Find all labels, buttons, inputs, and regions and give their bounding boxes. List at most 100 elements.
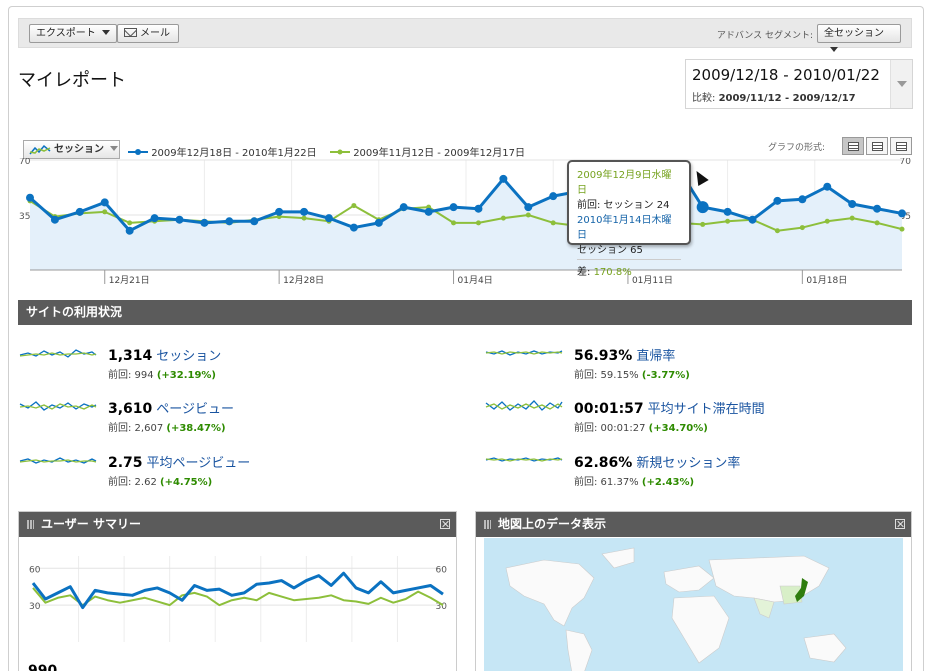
series-current-point	[324, 214, 333, 223]
stat-previous: 前回: 00:01:27 (+34.70%)	[574, 419, 708, 434]
legend-previous-marker	[330, 149, 350, 155]
mail-button[interactable]: メール	[117, 24, 179, 43]
stat-previous: 前回: 2,607 (+38.47%)	[108, 419, 226, 434]
close-icon[interactable]	[895, 519, 905, 529]
stat-change: (+4.75%)	[160, 477, 213, 488]
series-current-point	[848, 200, 857, 208]
stat-prev-value: 前回: 59.15%	[574, 370, 639, 381]
sparkline	[19, 457, 97, 464]
series-previous-point	[874, 220, 880, 226]
mail-label: メール	[140, 28, 170, 39]
stat-change: (+38.47%)	[166, 423, 226, 434]
stat-value: 00:01:57 平均サイト滞在時間	[574, 398, 765, 417]
segment-label: アドバンス セグメント:	[716, 31, 813, 41]
mail-icon	[124, 28, 137, 37]
format-motion-button[interactable]	[866, 137, 888, 155]
chart-tooltip: 2009年12月9日水曜日 前回: セッション 24 2010年1月14日木曜日…	[567, 160, 691, 278]
series-current-point	[26, 193, 34, 202]
x-tick-label: 01月4日	[458, 275, 493, 286]
tooltip-prev-date: 2009年12月9日水曜日	[577, 170, 672, 196]
grip-icon[interactable]	[27, 520, 34, 529]
stat-previous: 前回: 59.15% (-3.77%)	[574, 366, 690, 381]
stat-link-pageviews[interactable]: ページビュー	[156, 402, 234, 417]
series-previous-point	[127, 220, 133, 226]
date-dropdown-toggle[interactable]	[890, 60, 912, 108]
stat-number: 56.93%	[574, 348, 633, 364]
y-tick-label: 35	[19, 212, 30, 222]
stat-change: (+2.43%)	[641, 477, 695, 488]
series-current-point	[100, 198, 109, 207]
compare-label: 比較:	[692, 93, 716, 104]
x-tick-label: 12月28日	[283, 275, 324, 286]
stat-previous: 前回: 2.62 (+4.75%)	[108, 473, 212, 488]
stat-number: 1,314	[108, 348, 153, 364]
stat-previous: 前回: 61.37% (+2.43%)	[574, 473, 694, 488]
line-chart-icon	[29, 144, 51, 155]
stat-number: 3,610	[108, 401, 153, 417]
stat-change: (-3.77%)	[641, 370, 690, 381]
widget-user-summary: ユーザー サマリー 60 60 30 30	[18, 511, 457, 671]
x-tick-label: 12月21日	[109, 275, 150, 286]
segment-select[interactable]: 全セッション	[817, 24, 901, 52]
stat-link-sessions[interactable]: セッション	[156, 349, 221, 364]
tooltip-diff-value: 170.8%	[593, 267, 632, 278]
series-current-point	[449, 203, 458, 212]
tooltip-cur-date: 2010年1月14日木曜日	[577, 215, 672, 241]
metric-select-button[interactable]: セッション	[23, 140, 120, 159]
sparkline	[19, 401, 97, 411]
legend-current: 2009年12月18日 - 2010年1月22日	[128, 144, 317, 159]
series-previous-point	[799, 225, 805, 231]
y-tick-label: 30	[29, 602, 41, 612]
series-previous-point	[849, 215, 855, 221]
series-current-point	[424, 207, 433, 216]
format-line-button[interactable]	[842, 137, 864, 155]
series-previous-point	[301, 215, 307, 221]
widget-map-header[interactable]: 地図上のデータ表示	[476, 512, 911, 537]
close-icon[interactable]	[440, 519, 450, 529]
tooltip-divider	[577, 259, 681, 260]
grip-icon[interactable]	[484, 520, 491, 529]
tooltip-diff: 差: 170.8%	[577, 263, 681, 278]
export-button[interactable]: エクスポート	[29, 24, 117, 43]
stat-link-bounce-rate[interactable]: 直帰率	[636, 349, 675, 364]
stat-value: 62.86% 新規セッション率	[574, 452, 740, 471]
series-current-point	[798, 195, 807, 204]
sparkline	[19, 349, 97, 358]
world-map[interactable]	[484, 538, 903, 671]
legend-previous: 2009年11月12日 - 2009年12月17日	[330, 144, 525, 159]
series-current-point	[349, 223, 358, 232]
series-current-point	[175, 215, 184, 224]
widget-user-summary-header[interactable]: ユーザー サマリー	[19, 512, 456, 537]
series-previous-point	[899, 226, 905, 232]
series-current-point	[549, 192, 558, 201]
format-table-button[interactable]	[890, 137, 912, 155]
series-current-point	[300, 207, 309, 216]
series-current-point	[748, 215, 757, 224]
stat-prev-value: 前回: 00:01:27	[574, 423, 646, 434]
series-current-point	[823, 182, 832, 191]
stat-prev-value: 前回: 2.62	[108, 477, 157, 488]
y-tick-label: 70	[900, 158, 912, 167]
series-previous-point	[475, 220, 481, 226]
series-previous-point	[451, 220, 457, 226]
sessions-line-chart[interactable]: 70 7035 3512月21日 12月28日 01月4日 01月11日 01月18日	[18, 158, 912, 288]
metric-label: セッション	[54, 144, 104, 155]
stat-link-new-sessions[interactable]: 新規セッション率	[636, 456, 740, 471]
sparkline	[485, 457, 563, 462]
stat-link-avg-pageviews[interactable]: 平均ページビュー	[147, 456, 251, 471]
widget-user-summary-title: ユーザー サマリー	[41, 517, 141, 531]
legend-current-marker	[128, 149, 148, 155]
stat-prev-value: 前回: 2,607	[108, 423, 164, 434]
sparkline	[485, 400, 563, 411]
user-summary-chart: 60 6030 30	[29, 556, 447, 642]
stat-link-avg-time[interactable]: 平均サイト滞在時間	[648, 402, 765, 417]
widget-map-title: 地図上のデータ表示	[498, 517, 607, 531]
series-previous-point	[824, 218, 830, 224]
user-summary-value: 990	[28, 663, 58, 671]
y-tick-label: 70	[19, 158, 31, 167]
stat-previous: 前回: 994 (+32.19%)	[108, 366, 216, 381]
date-range-picker[interactable]: 2009/12/18 - 2010/01/22 比較: 2009/11/12 -…	[685, 59, 913, 109]
stat-number: 62.86%	[574, 455, 633, 471]
toolbar: エクスポート メール アドバンス セグメント: 全セッション	[18, 18, 912, 52]
sparkline	[485, 350, 563, 356]
